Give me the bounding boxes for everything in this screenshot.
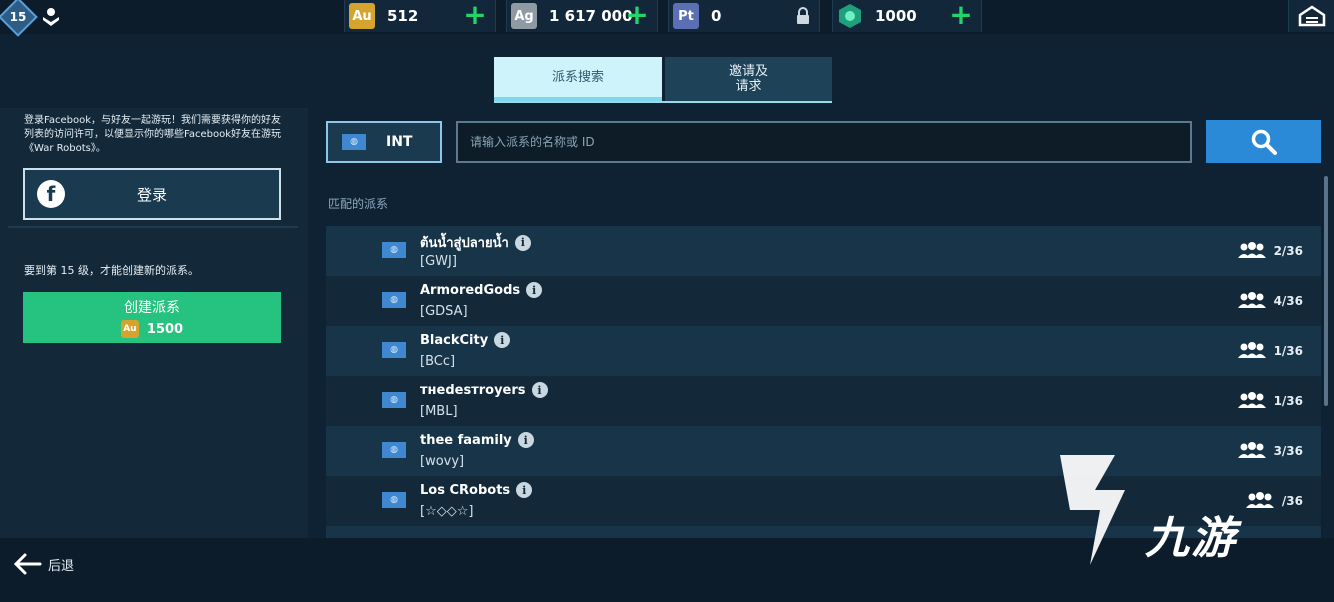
un-flag-icon: ◍ [342,134,366,150]
info-icon[interactable]: i [526,282,543,298]
region-label: INT [386,134,413,150]
member-count: 2/36 [1236,242,1303,260]
tab-underline [494,101,832,103]
rank-icon[interactable] [38,4,64,30]
un-flag-icon: ◍ [382,242,406,258]
platinum-value: 0 [711,7,722,25]
info-icon[interactable]: i [514,234,531,251]
clan-name: ArmoredGods [420,282,521,298]
clan-name: thee faamily [420,432,512,448]
clan-row[interactable]: ◍ ต้นน้ำสู่ปลายน้ำ i [GWJ] 2/36 [326,226,1321,276]
level-number: 15 [9,10,27,24]
clan-row[interactable]: ◍ ArmoredGods i [GDSA] 4/36 [326,276,1321,326]
hangar-button[interactable] [1288,0,1334,32]
login-label: 登录 [136,185,167,204]
lock-icon [793,6,813,26]
facebook-info-text: 登录Facebook，与好友一起游玩！我们需要获得你的好友列表的访问许可，以便显… [24,115,281,154]
clan-tag: [GDSA] [420,304,468,319]
add-gem-button[interactable]: + [949,1,973,29]
tab-invites-label: 邀请及 请求 [728,64,768,94]
clan-name: Los CRobots [420,482,511,498]
un-flag-icon: ◍ [382,292,406,308]
create-clan-button[interactable]: 创建派系 Au 1500 [23,292,281,343]
divider [8,226,298,228]
region-selector[interactable]: ◍ INT [326,121,442,163]
member-count: 4/36 [1236,292,1303,310]
clan-tag: [BCc] [420,354,456,369]
gold-icon: Au [349,3,375,29]
clan-tag: [☆◇◇☆] [420,504,474,519]
silver-value: 1 617 000 [549,7,633,25]
create-clan-cost: Au 1500 [120,320,184,338]
currency-pt: Pt 0 [668,0,820,32]
cost-value: 1500 [146,321,184,337]
matched-clans-label: 匹配的派系 [328,197,389,211]
un-flag-icon: ◍ [382,392,406,408]
silver-icon: Ag [511,3,537,29]
members-icon [1237,242,1266,258]
back-arrow-icon [13,553,42,575]
members-icon [1237,292,1266,308]
list-scrollbar[interactable] [1324,176,1328,406]
hangar-icon [1298,5,1325,27]
gold-value: 512 [387,7,419,25]
un-flag-icon: ◍ [382,442,406,458]
back-button[interactable]: 后退 [12,552,74,576]
clan-tag: [wovy] [420,454,465,469]
gem-icon [837,3,863,29]
clan-row[interactable]: ◍ BlackCity i [BCc] 1/36 [326,326,1321,376]
info-icon[interactable]: i [516,482,533,498]
add-silver-button[interactable]: + [625,1,649,29]
info-icon[interactable]: i [494,332,511,348]
clan-tag: [MBL] [420,404,458,419]
watermark-text: 九游 [1145,513,1237,564]
info-icon[interactable]: i [531,382,548,398]
tab-invites-requests[interactable]: 邀请及 请求 [665,57,832,101]
create-clan-label: 创建派系 [124,300,180,316]
clan-name: BlackCity [420,332,489,348]
un-flag-icon: ◍ [382,342,406,358]
facebook-login-button[interactable]: f 登录 [23,168,281,220]
currency-au: Au 512 + [344,0,496,32]
level-requirement-text: 要到第 15 级，才能创建新的派系。 [24,264,199,277]
search-button[interactable] [1206,120,1321,163]
member-count: 1/36 [1236,392,1303,410]
facebook-icon: f [37,180,65,208]
add-gold-button[interactable]: + [463,1,487,29]
clan-name: ต้นน้ำสู่ปลายน้ำ [420,236,509,251]
un-flag-icon: ◍ [382,492,406,508]
tab-clan-search[interactable]: 派系搜索 [494,57,662,101]
back-label: 后退 [48,558,75,574]
members-icon [1237,342,1266,358]
member-count: 1/36 [1236,342,1303,360]
clan-row[interactable]: ◍ тнedesтroyers i [MBL] 1/36 [326,376,1321,426]
clan-search-input[interactable] [456,121,1192,163]
search-icon [1251,129,1277,155]
currency-keys: 1000 + [832,0,982,32]
clan-tag: [GWJ] [420,254,457,269]
platinum-icon: Pt [673,3,699,29]
members-icon [1237,392,1266,408]
gem-value: 1000 [875,7,917,25]
gold-icon: Au [120,320,139,338]
top-bar [0,0,1334,34]
info-icon[interactable]: i [517,432,534,448]
currency-ag: Ag 1 617 000 + [506,0,658,32]
clan-name: тнedesтroyers [420,382,526,398]
